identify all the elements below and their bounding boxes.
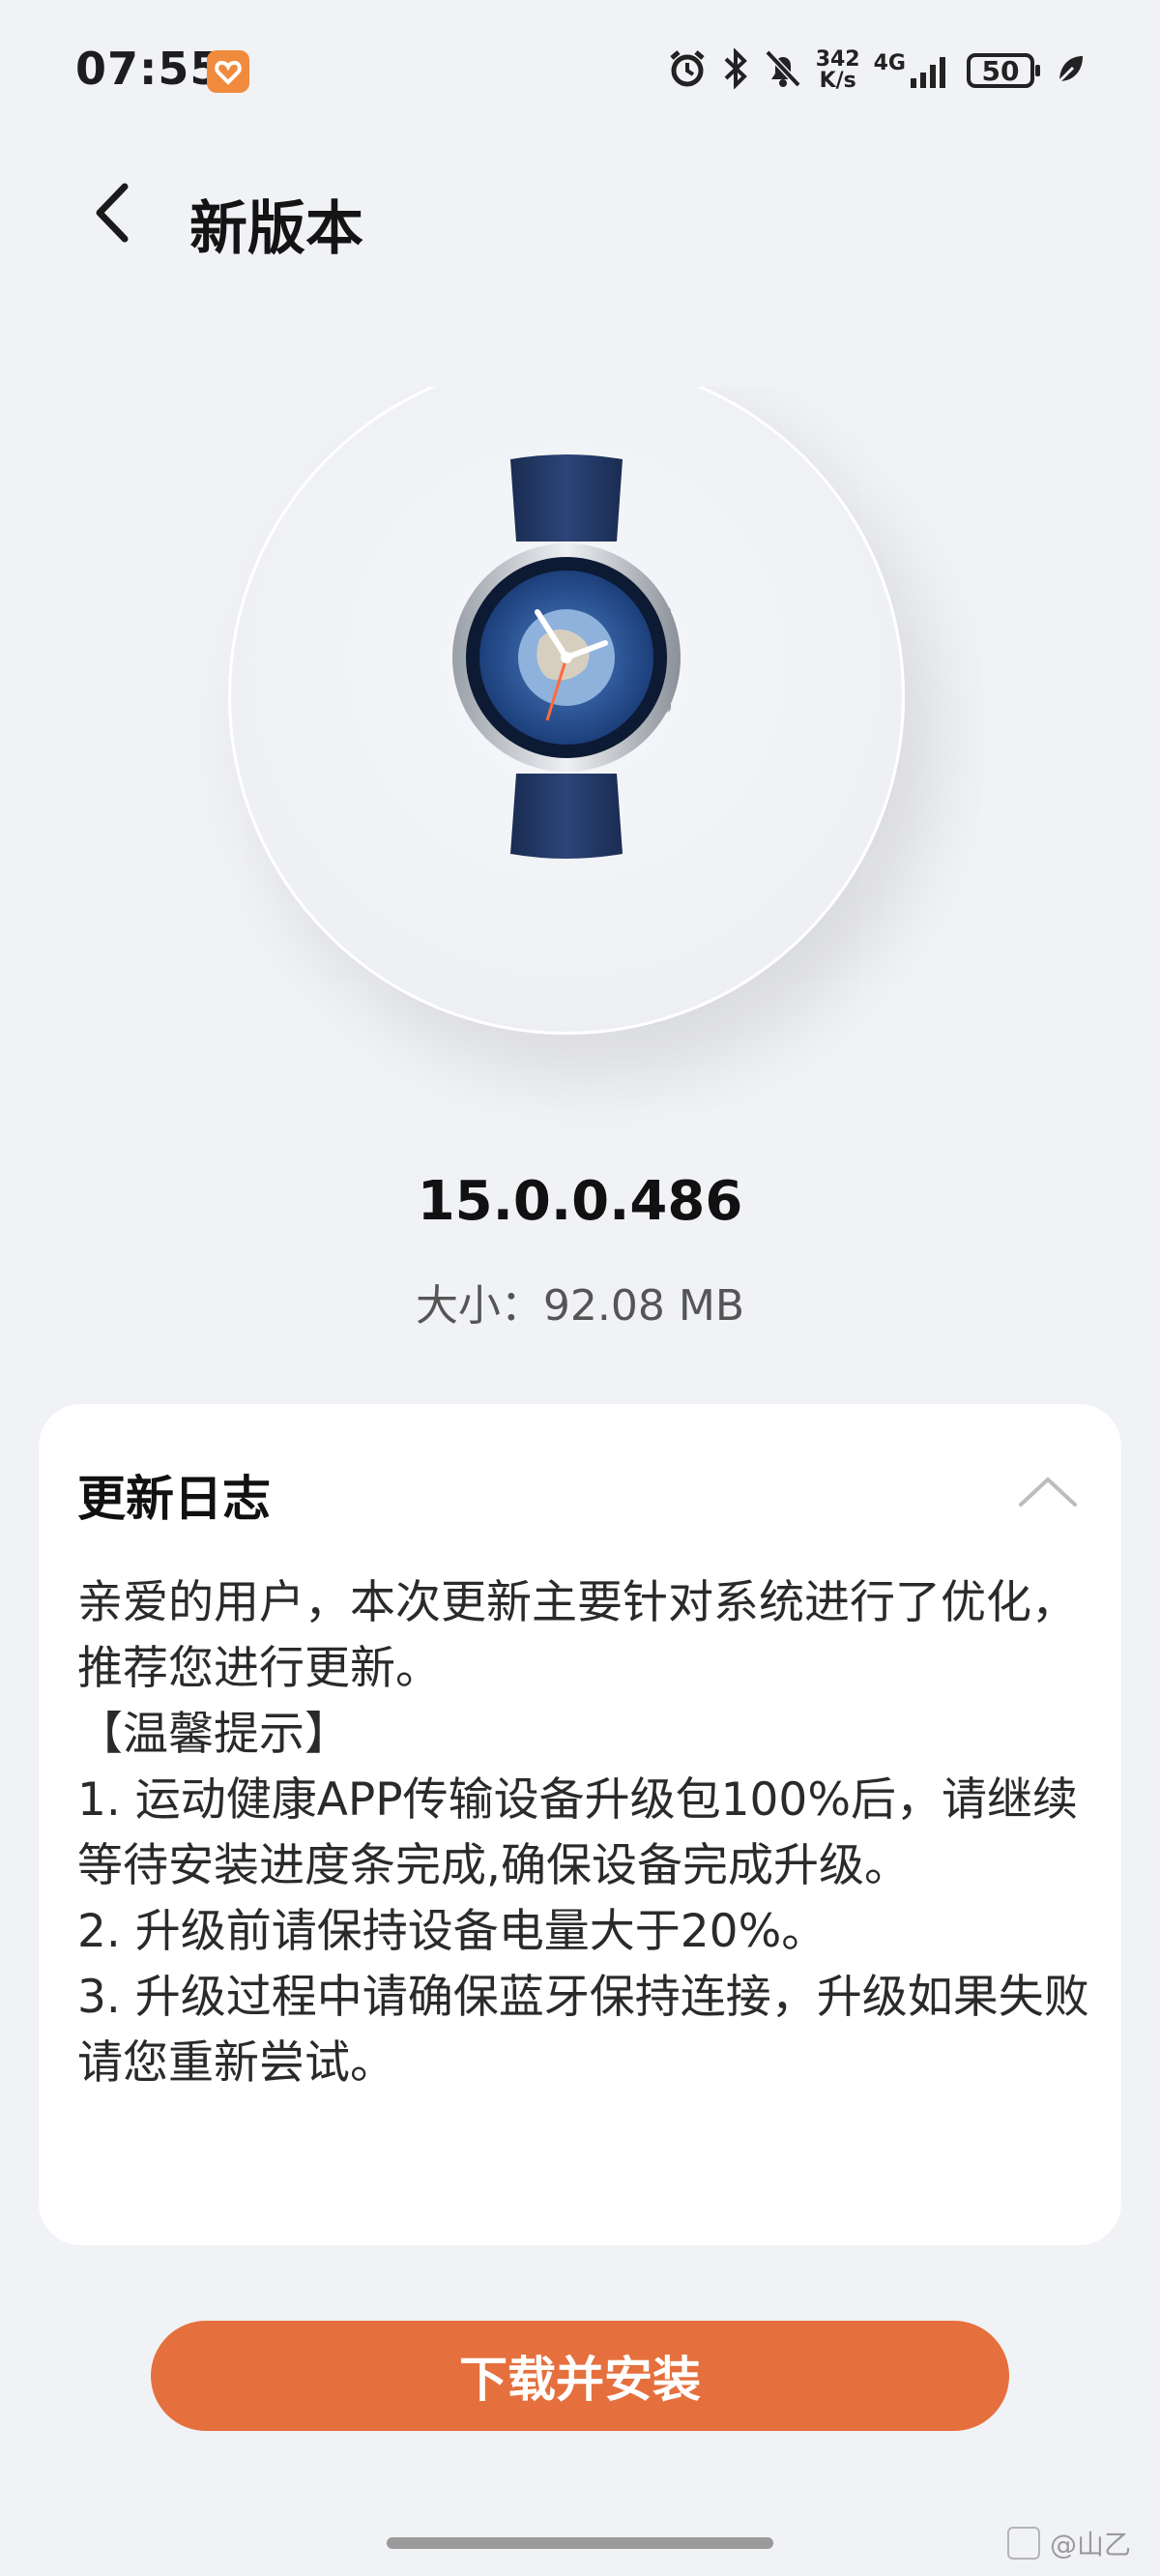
home-indicator[interactable] (387, 2537, 773, 2549)
collapse-chevron-icon[interactable] (1017, 1472, 1079, 1510)
changelog-line: 2. 升级前请保持设备电量大于20%。 (77, 1905, 827, 1958)
version-number: 15.0.0.486 (417, 1170, 743, 1233)
watermark: @山乙 (1006, 2524, 1131, 2562)
battery-level: 50 (981, 54, 1020, 87)
status-bar: 07:55 342 K/s 4G 50 (0, 0, 1160, 145)
signal-icon: 4G (874, 51, 953, 90)
bluetooth-icon (721, 47, 750, 93)
changelog-line: 1. 运动健康APP传输设备升级包100%后，请继续等待安装进度条完成,确保设备… (77, 1773, 1078, 1892)
header: 新版本 (0, 155, 1160, 271)
alarm-icon (667, 48, 708, 93)
watermark-text: @山乙 (1049, 2529, 1131, 2561)
changelog-line: 亲爱的用户，本次更新主要针对系统进行了优化，推荐您进行更新。 (77, 1576, 1077, 1695)
smartwatch-image (452, 454, 681, 859)
battery-icon: 50 (967, 53, 1040, 88)
download-install-button[interactable]: 下载并安装 (151, 2321, 1009, 2431)
app-badge-icon (207, 50, 249, 93)
package-size: 大小：92.08 MB (415, 1281, 745, 1331)
changelog-line: 3. 升级过程中请确保蓝牙保持连接，升级如果失败请您重新尝试。 (77, 1971, 1089, 2090)
watermark-logo-icon (1006, 2527, 1040, 2560)
net-speed-value: 342 (815, 47, 860, 72)
network-type: 4G (873, 51, 906, 75)
status-icons: 342 K/s 4G 50 (667, 46, 1085, 95)
mute-bell-icon (764, 48, 802, 93)
net-speed-unit: K/s (819, 69, 856, 93)
status-time: 07:55 (75, 43, 222, 95)
back-arrow-icon (96, 183, 129, 243)
changelog-card: 更新日志 亲爱的用户，本次更新主要针对系统进行了优化，推荐您进行更新。 【温馨提… (39, 1404, 1121, 2245)
changelog-body: 亲爱的用户，本次更新主要针对系统进行了优化，推荐您进行更新。 【温馨提示】 1.… (77, 1570, 1092, 2096)
hero-mask (189, 329, 943, 387)
net-speed: 342 K/s (816, 49, 860, 92)
page-title: 新版本 (189, 195, 363, 263)
changelog-title: 更新日志 (77, 1471, 271, 1527)
changelog-line: 【温馨提示】 (77, 1708, 350, 1761)
device-image-container (189, 329, 943, 1035)
leaf-icon (1056, 52, 1085, 89)
back-button[interactable] (77, 176, 145, 249)
